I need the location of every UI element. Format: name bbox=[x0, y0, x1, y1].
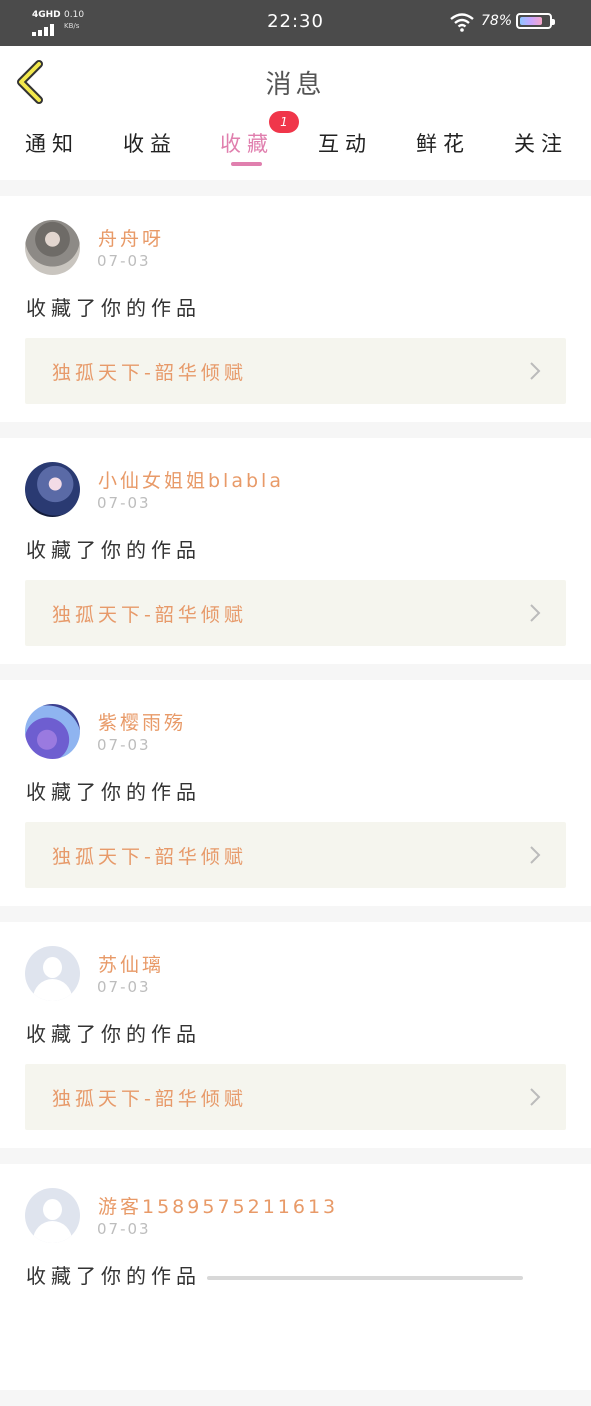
message-text: 收藏了你的作品 bbox=[26, 1022, 201, 1046]
chevron-right-icon bbox=[530, 846, 541, 864]
avatar[interactable] bbox=[25, 1188, 80, 1243]
tab-earnings[interactable]: 收益 bbox=[110, 128, 190, 158]
work-title: 独孤天下-韶华倾赋 bbox=[52, 1088, 247, 1110]
work-title: 独孤天下-韶华倾赋 bbox=[52, 362, 247, 384]
unread-badge: 1 bbox=[269, 111, 299, 133]
list-item: 紫樱雨殇 07-03 收藏了你的作品 独孤天下-韶华倾赋 bbox=[0, 680, 591, 906]
status-bar: 4GHD 0.10 KB/s 22:30 78% bbox=[0, 0, 591, 46]
tab-notifications[interactable]: 通知 bbox=[12, 128, 92, 158]
work-link[interactable]: 独孤天下-韶华倾赋 bbox=[25, 1064, 566, 1130]
message-date: 07-03 bbox=[97, 252, 151, 270]
user-name[interactable]: 苏仙璃 bbox=[98, 950, 164, 977]
work-link[interactable]: 独孤天下-韶华倾赋 bbox=[25, 580, 566, 646]
message-text: 收藏了你的作品 bbox=[26, 780, 201, 804]
message-text: 收藏了你的作品 bbox=[26, 538, 201, 562]
avatar[interactable] bbox=[25, 946, 80, 1001]
chevron-right-icon bbox=[530, 604, 541, 622]
work-link[interactable]: 独孤天下-韶华倾赋 bbox=[25, 822, 566, 888]
message-text: 收藏了你的作品 bbox=[26, 1264, 201, 1288]
chevron-right-icon bbox=[530, 362, 541, 380]
wifi-icon bbox=[450, 13, 474, 32]
app-header: 消息 bbox=[0, 46, 591, 119]
avatar[interactable] bbox=[25, 220, 80, 275]
message-date: 07-03 bbox=[97, 494, 151, 512]
list-item: 舟舟呀 07-03 收藏了你的作品 独孤天下-韶华倾赋 bbox=[0, 196, 591, 422]
tab-interactions[interactable]: 互动 bbox=[305, 128, 385, 158]
chevron-right-icon bbox=[530, 1088, 541, 1106]
user-name[interactable]: 游客1589575211613 bbox=[98, 1192, 338, 1219]
list-item: 小仙女姐姐blabla 07-03 收藏了你的作品 独孤天下-韶华倾赋 bbox=[0, 438, 591, 664]
work-title: 独孤天下-韶华倾赋 bbox=[52, 604, 247, 626]
page-title: 消息 bbox=[265, 70, 326, 100]
avatar[interactable] bbox=[25, 462, 80, 517]
user-name[interactable]: 紫樱雨殇 bbox=[98, 708, 186, 735]
battery-percent: 78% bbox=[481, 13, 513, 29]
active-tab-indicator bbox=[231, 162, 262, 166]
tab-favorites[interactable]: 收藏 bbox=[207, 128, 287, 158]
tab-follows[interactable]: 关注 bbox=[501, 128, 581, 158]
work-title: 独孤天下-韶华倾赋 bbox=[52, 846, 247, 868]
list-item: 苏仙璃 07-03 收藏了你的作品 独孤天下-韶华倾赋 bbox=[0, 922, 591, 1148]
battery-icon bbox=[516, 13, 555, 29]
message-list: 舟舟呀 07-03 收藏了你的作品 独孤天下-韶华倾赋 小仙女姐姐blabla … bbox=[0, 196, 591, 1406]
scroll-indicator bbox=[207, 1276, 523, 1280]
message-date: 07-03 bbox=[97, 736, 151, 754]
message-text: 收藏了你的作品 bbox=[26, 296, 201, 320]
tab-flowers[interactable]: 鲜花 bbox=[403, 128, 483, 158]
work-link[interactable]: 独孤天下-韶华倾赋 bbox=[25, 338, 566, 404]
message-date: 07-03 bbox=[97, 1220, 151, 1238]
user-name[interactable]: 舟舟呀 bbox=[98, 224, 164, 251]
message-date: 07-03 bbox=[97, 978, 151, 996]
user-name[interactable]: 小仙女姐姐blabla bbox=[98, 466, 284, 493]
avatar[interactable] bbox=[25, 704, 80, 759]
